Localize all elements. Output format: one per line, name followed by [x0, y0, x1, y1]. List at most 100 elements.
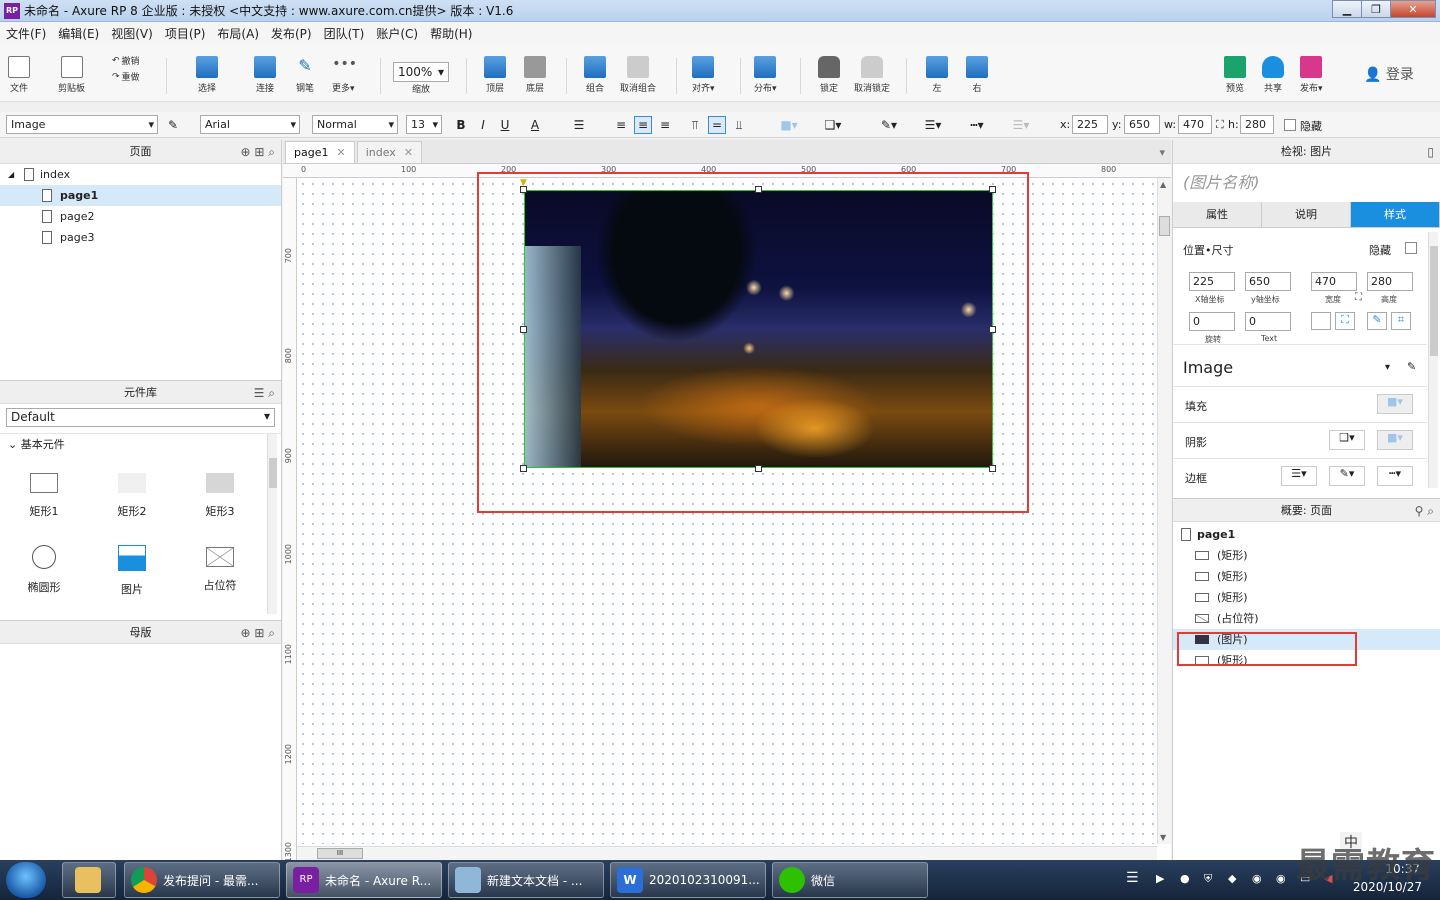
menu-team[interactable]: 团队(T)	[318, 25, 371, 42]
resize-handle[interactable]	[989, 326, 996, 333]
height-input[interactable]: 280	[1367, 272, 1413, 291]
word-task[interactable]: W 2020102310091...	[610, 862, 766, 898]
outline-root[interactable]: page1	[1173, 524, 1440, 545]
collapse-icon[interactable]: ◢	[8, 164, 14, 185]
search-icon[interactable]: ⌕	[268, 145, 275, 159]
x-coordinate-input[interactable]: 225	[1189, 272, 1235, 291]
font-size-select[interactable]: 13 ▾	[406, 115, 442, 134]
canvas-vertical-scrollbar[interactable]: ▲ ▼	[1157, 178, 1171, 844]
page-tree-item[interactable]: page2	[0, 206, 281, 227]
undo-button[interactable]: ↶ 撤销	[112, 54, 140, 68]
filter-icon[interactable]: ⚲	[1415, 504, 1424, 518]
inspector-scrollbar[interactable]	[1428, 232, 1438, 488]
pencil-edit-icon[interactable]: ✎	[1367, 312, 1387, 330]
menu-icon[interactable]: ☰	[254, 386, 265, 400]
chrome-task[interactable]: 发布提问 - 最需...	[124, 862, 280, 898]
align-middle-icon[interactable]: =	[708, 116, 726, 134]
italic-button[interactable]: I	[474, 116, 492, 134]
login-button[interactable]: 👤 登录	[1364, 64, 1414, 84]
preview-button[interactable]: 预览	[1224, 56, 1246, 94]
tab-page1[interactable]: page1 ✕	[285, 141, 355, 163]
search-icon[interactable]: ⌕	[1427, 504, 1434, 518]
outer-shadow-picker[interactable]: ❑▾	[1329, 430, 1365, 450]
resize-handle[interactable]	[755, 465, 762, 472]
select-button[interactable]: 选择	[196, 56, 218, 94]
resize-handle[interactable]	[755, 186, 762, 193]
wechat-task[interactable]: 微信	[772, 862, 928, 898]
page-tree-item[interactable]: page3	[0, 227, 281, 248]
group-button[interactable]: 组合	[584, 56, 606, 94]
menu-project[interactable]: 项目(P)	[159, 25, 212, 42]
shadow-button[interactable]: ❑▾	[816, 116, 850, 134]
start-button[interactable]	[6, 862, 46, 898]
qq-icon[interactable]: ◉	[1276, 872, 1286, 885]
resize-handle[interactable]	[520, 326, 527, 333]
align-left-button[interactable]: 左	[926, 56, 948, 94]
border-width-picker[interactable]: ☰▾	[1281, 466, 1317, 486]
outline-item[interactable]: (矩形)	[1173, 587, 1440, 608]
send-to-back-button[interactable]: 底层	[524, 56, 546, 94]
align-button[interactable]: 对齐▾	[692, 56, 715, 94]
widget-rectangle-3[interactable]: 矩形3	[176, 465, 264, 539]
ungroup-button[interactable]: 取消组合	[620, 56, 656, 94]
menu-publish[interactable]: 发布(P)	[265, 25, 318, 42]
line-style-button[interactable]: ┅▾	[960, 116, 994, 134]
fit-image-icon[interactable]	[1311, 312, 1331, 330]
menu-edit[interactable]: 编辑(E)	[52, 25, 105, 42]
y-input[interactable]: 650	[1124, 115, 1160, 134]
tab-index[interactable]: index ✕	[356, 141, 423, 163]
qq-icon[interactable]: ◉	[1252, 872, 1262, 885]
font-select[interactable]: Arial ▾	[200, 115, 300, 134]
page-tree-root[interactable]: ◢ index	[0, 164, 281, 185]
close-button[interactable]: ✕	[1390, 0, 1436, 18]
lock-ratio-icon[interactable]: ⛶	[1216, 118, 1224, 132]
distribute-button[interactable]: 分布▾	[754, 56, 777, 94]
menu-file[interactable]: 文件(F)	[0, 25, 52, 42]
search-icon[interactable]: ⌕	[268, 386, 275, 400]
scroll-down-icon[interactable]: ▼	[1160, 833, 1166, 842]
y-coordinate-input[interactable]: 650	[1245, 272, 1291, 291]
menu-account[interactable]: 账户(C)	[370, 25, 424, 42]
height-input[interactable]: 280	[1240, 115, 1274, 134]
width-input[interactable]: 470	[1178, 115, 1212, 134]
more-button[interactable]: ••• 更多▾	[332, 56, 357, 94]
widget-name-field[interactable]: (图片名称)	[1173, 164, 1440, 202]
nvidia-icon[interactable]: ◆	[1228, 872, 1236, 885]
tab-notes[interactable]: 说明	[1262, 202, 1351, 227]
pen-button[interactable]: ✎ 钢笔	[294, 56, 316, 94]
line-color-button[interactable]: ✎▾	[872, 116, 906, 134]
shield-icon[interactable]: ⛨	[1204, 872, 1212, 886]
scroll-thumb[interactable]	[1159, 216, 1170, 236]
crop-icon[interactable]: ⌗	[1391, 312, 1411, 330]
hidden-checkbox[interactable]	[1405, 242, 1417, 254]
widget-image[interactable]: 图片	[88, 539, 176, 613]
add-page-icon[interactable]: ⊕	[240, 145, 250, 159]
library-select[interactable]: Default	[6, 408, 275, 427]
redo-button[interactable]: ↷ 重做	[112, 70, 140, 84]
lock-button[interactable]: 锁定	[818, 56, 840, 94]
outline-item[interactable]: (占位符)	[1173, 608, 1440, 629]
style-manager-icon[interactable]: ✎	[164, 116, 182, 134]
share-button[interactable]: 共享	[1262, 56, 1284, 94]
ime-icon[interactable]: ☰	[1126, 870, 1139, 886]
add-folder-icon[interactable]: ⊞	[254, 145, 264, 159]
resize-handle[interactable]	[520, 465, 527, 472]
close-icon[interactable]: ✕	[404, 146, 413, 159]
arrow-style-button[interactable]: ☰▾	[1004, 116, 1038, 134]
border-color-picker[interactable]: ✎▾	[1329, 466, 1365, 486]
bullet-list-icon[interactable]: ☰	[570, 116, 588, 134]
close-icon[interactable]: ✕	[336, 146, 345, 159]
outline-item[interactable]: (矩形)	[1173, 545, 1440, 566]
connect-button[interactable]: 连接	[254, 56, 276, 94]
publish-button[interactable]: 发布▾	[1300, 56, 1323, 94]
library-scrollbar[interactable]	[267, 434, 277, 614]
fill-color-picker[interactable]: ■▾	[1377, 394, 1413, 414]
lock-ratio-icon[interactable]: ⛶	[1355, 292, 1362, 303]
hidden-checkbox[interactable]	[1284, 119, 1296, 131]
chevron-down-icon[interactable]: ▾	[1385, 362, 1390, 373]
outline-item[interactable]: (矩形)	[1173, 566, 1440, 587]
rotate-handle-icon[interactable]: ▼	[520, 178, 527, 188]
scroll-thumb[interactable]: III	[317, 848, 363, 859]
widget-rectangle-1[interactable]: 矩形1	[0, 465, 88, 539]
width-input[interactable]: 470	[1311, 272, 1357, 291]
